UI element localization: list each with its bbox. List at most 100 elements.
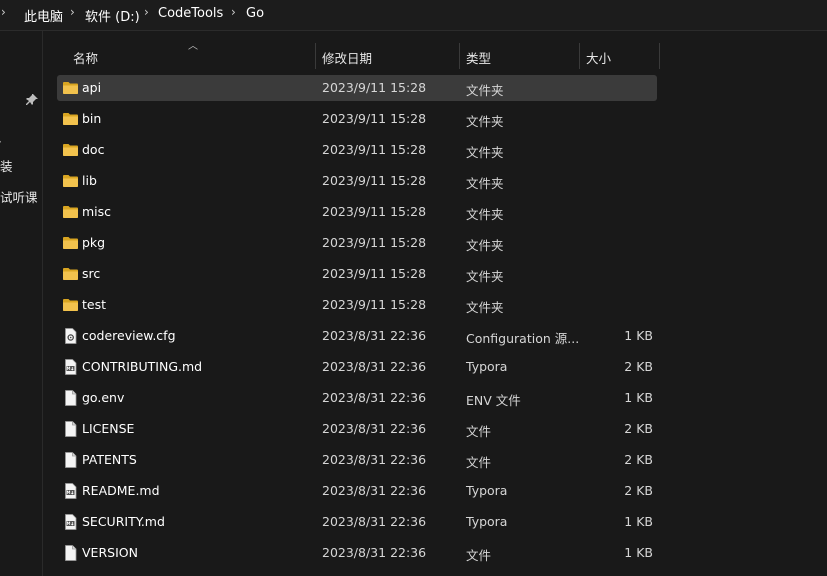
nav-item-fragment[interactable]: ·: [0, 134, 2, 149]
chevron-right-icon[interactable]: ›: [70, 5, 75, 19]
pin-icon[interactable]: [26, 94, 38, 106]
column-header-date[interactable]: 修改日期: [322, 48, 372, 67]
file-size: 1 KB: [624, 514, 653, 529]
file-name: bin: [82, 111, 102, 126]
file-type: 文件: [466, 424, 492, 439]
file-size: 1 KB: [624, 328, 653, 343]
file-row[interactable]: LICENSE 2023/8/31 22:36 文件 2 KB: [57, 416, 657, 442]
breadcrumb-item-codetools[interactable]: CodeTools: [158, 6, 223, 21]
file-modified-date: 2023/9/11 15:28: [322, 80, 427, 95]
markdown-file-icon: [62, 359, 79, 375]
column-divider[interactable]: [579, 43, 580, 69]
file-row[interactable]: doc 2023/9/11 15:28 文件夹: [57, 137, 657, 163]
breadcrumb-item-this-pc[interactable]: 此电脑: [24, 6, 63, 25]
file-name: LICENSE: [82, 421, 135, 436]
column-header-size[interactable]: 大小: [586, 48, 611, 67]
column-header-name[interactable]: 名称: [73, 48, 98, 67]
file-modified-date: 2023/8/31 22:36: [322, 545, 427, 560]
config-file-icon: [62, 328, 79, 344]
file-icon: [62, 545, 79, 561]
sort-ascending-icon: ︿: [188, 41, 198, 52]
file-name: misc: [82, 204, 112, 219]
file-type: 文件夹: [466, 83, 504, 98]
file-type: 文件夹: [466, 207, 504, 222]
chevron-right-icon[interactable]: ›: [1, 5, 6, 19]
column-header-type[interactable]: 类型: [466, 48, 491, 67]
file-modified-date: 2023/8/31 22:36: [322, 514, 427, 529]
file-row[interactable]: pkg 2023/9/11 15:28 文件夹: [57, 230, 657, 256]
file-modified-date: 2023/8/31 22:36: [322, 390, 427, 405]
file-row[interactable]: VERSION 2023/8/31 22:36 文件 1 KB: [57, 540, 657, 566]
file-modified-date: 2023/9/11 15:28: [322, 235, 427, 250]
file-name: SECURITY.md: [82, 514, 165, 529]
chevron-right-icon[interactable]: ›: [231, 5, 236, 19]
file-modified-date: 2023/9/11 15:28: [322, 142, 427, 157]
file-modified-date: 2023/8/31 22:36: [322, 452, 427, 467]
column-divider[interactable]: [315, 43, 316, 69]
folder-icon: [62, 235, 79, 251]
column-divider[interactable]: [459, 43, 460, 69]
file-row[interactable]: api 2023/9/11 15:28 文件夹: [57, 75, 657, 101]
chevron-right-icon[interactable]: ›: [144, 5, 149, 19]
file-modified-date: 2023/9/11 15:28: [322, 111, 427, 126]
file-icon: [62, 421, 79, 437]
file-row[interactable]: README.md 2023/8/31 22:36 Typora 2 KB: [57, 478, 657, 504]
file-type: 文件: [466, 548, 492, 563]
file-size: 1 KB: [624, 390, 653, 405]
navigation-pane[interactable]: · 装 试听课: [0, 31, 43, 576]
file-name: pkg: [82, 235, 106, 250]
file-row[interactable]: lib 2023/9/11 15:28 文件夹: [57, 168, 657, 194]
folder-icon: [62, 266, 79, 282]
file-name: PATENTS: [82, 452, 137, 467]
file-icon: [62, 390, 79, 406]
file-icon: [62, 452, 79, 468]
file-modified-date: 2023/8/31 22:36: [322, 328, 427, 343]
file-type: 文件夹: [466, 238, 504, 253]
file-type: 文件夹: [466, 176, 504, 191]
file-modified-date: 2023/8/31 22:36: [322, 483, 427, 498]
folder-icon: [62, 80, 79, 96]
file-row[interactable]: bin 2023/9/11 15:28 文件夹: [57, 106, 657, 132]
column-divider[interactable]: [659, 43, 660, 69]
folder-icon: [62, 173, 79, 189]
markdown-file-icon: [62, 514, 79, 530]
file-row[interactable]: codereview.cfg 2023/8/31 22:36 Configurati…: [57, 323, 657, 349]
file-name: test: [82, 297, 107, 312]
file-row[interactable]: src 2023/9/11 15:28 文件夹: [57, 261, 657, 287]
file-modified-date: 2023/8/31 22:36: [322, 359, 427, 374]
file-size: 2 KB: [624, 452, 653, 467]
file-modified-date: 2023/9/11 15:28: [322, 204, 427, 219]
file-row[interactable]: SECURITY.md 2023/8/31 22:36 Typora 1 KB: [57, 509, 657, 535]
folder-icon: [62, 297, 79, 313]
file-type: Typora: [466, 514, 508, 529]
file-row[interactable]: misc 2023/9/11 15:28 文件夹: [57, 199, 657, 225]
file-name: api: [82, 80, 102, 95]
file-row[interactable]: CONTRIBUTING.md 2023/8/31 22:36 Typora 2 KB: [57, 354, 657, 380]
file-name: src: [82, 266, 101, 281]
file-row[interactable]: PATENTS 2023/8/31 22:36 文件 2 KB: [57, 447, 657, 473]
file-modified-date: 2023/9/11 15:28: [322, 266, 427, 281]
column-header: ︿ 名称 修改日期 类型 大小: [57, 40, 662, 70]
file-type: Typora: [466, 359, 508, 374]
file-type: 文件: [466, 455, 492, 470]
file-name: codereview.cfg: [82, 328, 176, 343]
nav-item-truncated-2[interactable]: 试听课: [0, 187, 38, 206]
breadcrumb-item-go[interactable]: Go: [246, 6, 264, 21]
file-name: doc: [82, 142, 105, 157]
file-modified-date: 2023/8/31 22:36: [322, 421, 427, 436]
file-row[interactable]: go.env 2023/8/31 22:36 ENV 文件 1 KB: [57, 385, 657, 411]
markdown-file-icon: [62, 483, 79, 499]
file-type: ENV 文件: [466, 393, 521, 408]
file-size: 1 KB: [624, 545, 653, 560]
file-type: Typora: [466, 483, 508, 498]
file-size: 2 KB: [624, 483, 653, 498]
file-modified-date: 2023/9/11 15:28: [322, 297, 427, 312]
file-type: 文件夹: [466, 269, 504, 284]
breadcrumb-item-drive-d[interactable]: 软件 (D:): [85, 6, 140, 25]
file-size: 2 KB: [624, 421, 653, 436]
folder-icon: [62, 142, 79, 158]
file-type: 文件夹: [466, 145, 504, 160]
file-row[interactable]: test 2023/9/11 15:28 文件夹: [57, 292, 657, 318]
nav-item-truncated-1[interactable]: 装: [0, 156, 13, 175]
folder-icon: [62, 111, 79, 127]
